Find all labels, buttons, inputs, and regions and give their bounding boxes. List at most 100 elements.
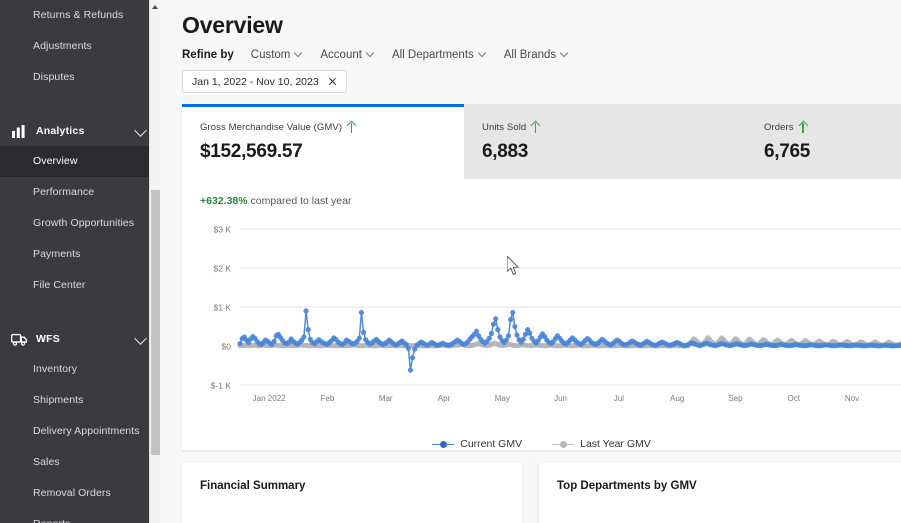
kpi-card-gmv[interactable]: Gross Merchandise Value (GMV) $152,569.5… [182,104,464,179]
chart-xtick-label: Jan 2022 [253,394,286,403]
chart-ytick-label: $2 K [214,264,232,274]
top-departments-panel: Top Departments by GMV [539,463,901,523]
sidebar-group-label: Analytics [36,124,85,137]
chart-xtick-label: Sep [728,394,743,403]
chart-point [527,330,533,336]
chart-xtick-label: Apr [438,394,451,403]
date-range-chip[interactable]: Jan 1, 2022 - Nov 10, 2023 [182,70,347,93]
sidebar-item-inventory[interactable]: Inventory [0,354,160,385]
sidebar-item-growth-opportunities[interactable]: Growth Opportunities [0,208,160,239]
sidebar-item-reports[interactable]: Reports [0,509,160,523]
chart-point [360,329,367,335]
chart-point [405,345,411,351]
kpi-card-orders[interactable]: Orders 6,765 [746,104,901,179]
kpi-strip: Gross Merchandise Value (GMV) $152,569.5… [182,104,901,179]
legend-label-current-gmv: Current GMV [460,438,523,450]
chart-point [510,309,516,316]
chart-point [507,316,514,323]
legend-label-last-year-gmv: Last Year GMV [580,438,651,450]
filter-custom-label: Custom [250,49,291,61]
financial-summary-panel: Financial Summary [182,463,522,523]
kpi-units-header: Units Sold [482,121,746,133]
chart-point [409,355,416,361]
filter-account[interactable]: Account [320,49,375,61]
sidebar-item-removal-orders[interactable]: Removal Orders [0,478,160,509]
kpi-orders-value: 6,765 [764,141,811,162]
chevron-down-icon [295,51,303,59]
refine-by-label: Refine by [182,49,234,61]
chart-point [514,332,520,338]
filter-all-brands-label: All Brands [503,49,557,61]
trend-up-icon [531,121,540,133]
chart-point [303,308,309,314]
chart-point [271,338,277,344]
chart-ytick-label: $1 K [214,303,232,313]
sidebar-item-returns-refunds[interactable]: Returns & Refunds [0,0,160,31]
sidebar-group-analytics[interactable]: Analytics [0,115,160,146]
chart-point [358,309,365,316]
scroll-up-arrow-icon[interactable] [150,0,160,13]
sidebar-item-performance[interactable]: Performance [0,177,160,208]
chart-legend: Current GMV Last Year GMV [182,438,901,450]
chart-point [301,334,307,340]
chart-point [356,335,362,341]
page-title: Overview [182,12,283,38]
chart-point [486,335,492,341]
trend-up-icon [799,121,808,133]
chart-xtick-label: Mar [379,394,393,403]
truck-icon [11,331,28,346]
sidebar-group-wfs[interactable]: WFS [0,323,160,354]
kpi-card-units-sold[interactable]: Units Sold 6,883 [464,104,746,179]
bottom-panels: Financial Summary Top Departments by GMV [178,463,901,523]
chevron-down-icon[interactable] [135,332,148,345]
refine-bar: Refine by Custom Account All Departments… [182,49,901,61]
chart-xtick-label: Oct [787,394,800,403]
legend-item-last-year-gmv[interactable]: Last Year GMV [552,438,651,450]
sidebar-item-shipments[interactable]: Shipments [0,385,160,416]
filter-custom[interactable]: Custom [251,49,304,61]
close-icon[interactable] [328,77,337,86]
chart-point [495,327,501,333]
chart-point [505,333,512,339]
chart-point [473,328,480,334]
kpi-orders-label: Orders [764,121,794,133]
top-departments-title: Top Departments by GMV [557,480,697,492]
financial-summary-title: Financial Summary [200,480,306,492]
kpi-units-value: 6,883 [482,141,529,162]
chart-ytick-label: $3 K [214,225,232,235]
sidebar-scrollbar-thumb[interactable] [151,190,160,455]
kpi-gmv-header: Gross Merchandise Value (GMV) [200,121,464,133]
sidebar-item-overview[interactable]: Overview [0,146,160,177]
chevron-down-icon[interactable] [135,124,148,137]
overview-panel: Gross Merchandise Value (GMV) $152,569.5… [182,104,901,450]
comparison-delta: +632.38% [200,195,248,207]
sidebar-item-adjustments[interactable]: Adjustments [0,31,160,62]
filter-all-brands[interactable]: All Brands [504,49,569,61]
chevron-down-icon [479,51,487,59]
chevron-down-icon [561,51,569,59]
legend-item-current-gmv[interactable]: Current GMV [432,438,522,450]
kpi-gmv-label: Gross Merchandise Value (GMV) [200,121,343,133]
sidebar-scrollbar[interactable] [149,0,160,523]
chart-xtick-label: May [495,394,510,403]
kpi-orders-header: Orders [764,121,901,133]
chart-point [493,316,499,322]
chart-point [520,336,526,342]
sidebar-item-file-center[interactable]: File Center [0,270,160,301]
sidebar-item-payments[interactable]: Payments [0,239,160,270]
filter-account-label: Account [320,49,362,61]
sidebar-group-label: WFS [36,332,60,345]
chart-point [407,367,414,373]
chart-ytick-label: $-1 K [211,381,232,391]
sidebar-item-sales[interactable]: Sales [0,447,160,478]
sidebar-item-disputes[interactable]: Disputes [0,62,160,93]
comparison-suffix: compared to last year [247,195,352,207]
filter-all-departments[interactable]: All Departments [392,49,487,61]
chart-point [237,341,243,347]
chart-ytick-label: $0 [222,342,232,352]
sidebar-item-delivery-appointments[interactable]: Delivery Appointments [0,416,160,447]
sidebar-nav: Returns & Refunds Adjustments Disputes Anal… [0,0,160,523]
chart-point [488,330,494,337]
